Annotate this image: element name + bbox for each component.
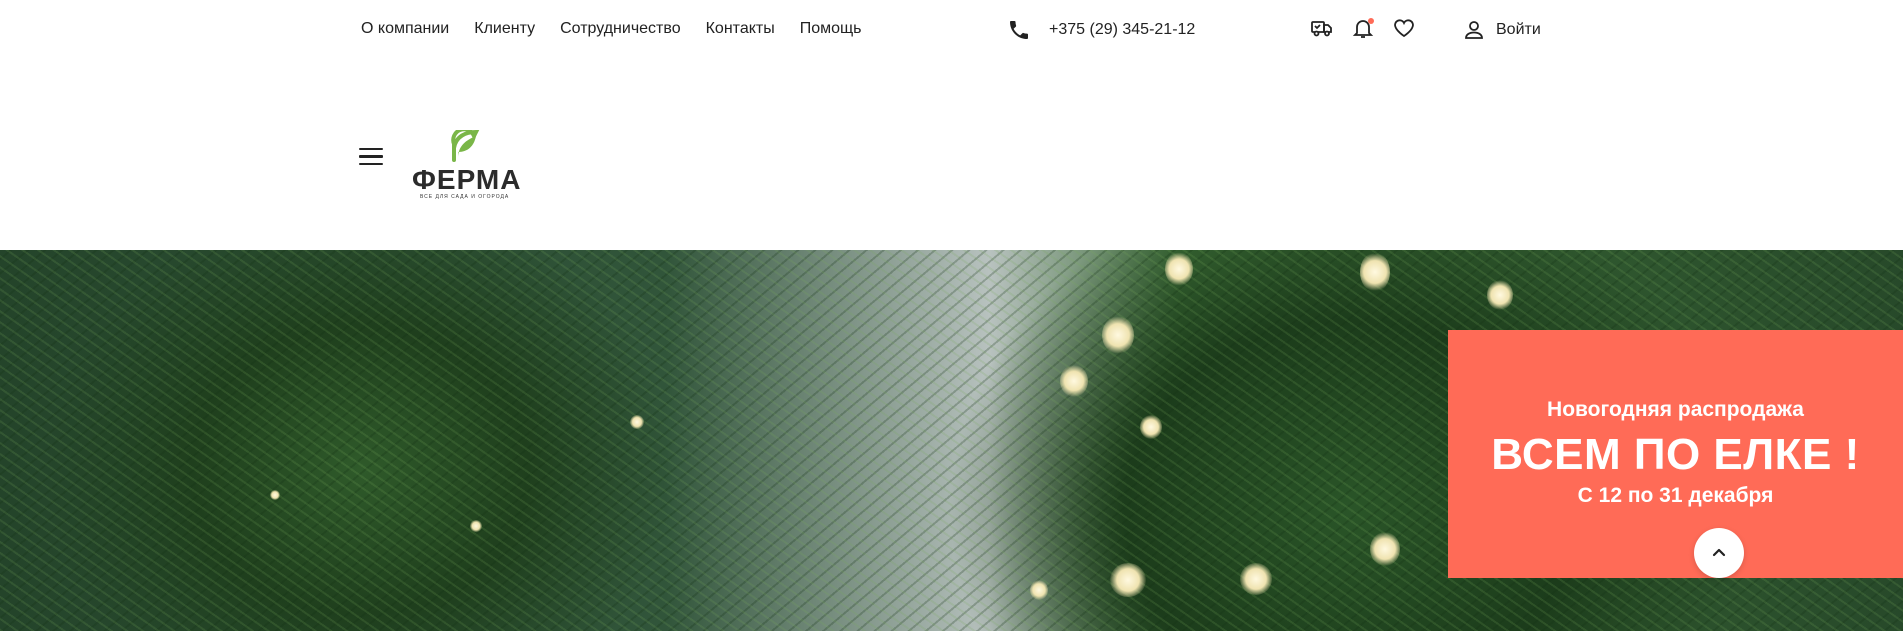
bokeh-light xyxy=(1140,415,1162,439)
bokeh-light xyxy=(1102,316,1134,354)
promo-dates: С 12 по 31 декабря xyxy=(1577,484,1774,507)
header-icon-group xyxy=(1310,16,1416,40)
phone-number[interactable]: +375 (29) 345-21-12 xyxy=(1049,21,1195,39)
nav-link-contacts[interactable]: Контакты xyxy=(706,20,775,38)
nav-link-help[interactable]: Помощь xyxy=(800,20,862,38)
main-header xyxy=(0,58,1903,250)
promo-subtitle: Новогодняя распродажа xyxy=(1547,398,1804,421)
top-bar: О компании Клиенту Сотрудничество Контак… xyxy=(0,0,1903,58)
bokeh-light xyxy=(1360,252,1390,292)
user-icon xyxy=(1462,18,1486,42)
logo-tagline: ВСЕ ДЛЯ САДА И ОГОРОДА xyxy=(420,194,510,200)
nav-link-client[interactable]: Клиенту xyxy=(474,20,535,38)
login-link[interactable]: Войти xyxy=(1462,18,1541,42)
promo-title: ВСЕМ ПО ЕЛКЕ ! xyxy=(1491,430,1860,479)
top-nav: О компании Клиенту Сотрудничество Контак… xyxy=(361,20,862,38)
delivery-truck-icon[interactable] xyxy=(1310,16,1334,40)
leaf-icon xyxy=(451,130,480,162)
nav-link-about[interactable]: О компании xyxy=(361,20,449,38)
phone-icon xyxy=(1007,18,1031,42)
chevron-up-icon xyxy=(1707,541,1731,565)
bokeh-light xyxy=(470,520,482,532)
bokeh-light xyxy=(630,415,644,429)
nav-link-cooperation[interactable]: Сотрудничество xyxy=(560,20,681,38)
bokeh-light xyxy=(1370,532,1400,566)
bokeh-light xyxy=(1060,365,1088,397)
bokeh-light xyxy=(1240,563,1272,595)
promo-banner[interactable]: Новогодняя распродажа ВСЕМ ПО ЕЛКЕ ! С 1… xyxy=(1448,330,1903,578)
phone-contact[interactable]: +375 (29) 345-21-12 xyxy=(1007,18,1195,42)
logo-name: ФЕРМА xyxy=(412,164,522,195)
bokeh-light xyxy=(1110,563,1146,597)
heart-icon[interactable] xyxy=(1392,16,1416,40)
bokeh-light xyxy=(1165,252,1193,286)
hamburger-menu-icon[interactable] xyxy=(359,148,383,166)
login-label[interactable]: Войти xyxy=(1496,21,1541,39)
bokeh-light xyxy=(1487,280,1513,310)
bokeh-light xyxy=(1030,580,1048,600)
bell-icon[interactable] xyxy=(1351,16,1375,40)
bokeh-light xyxy=(270,490,280,500)
notification-dot xyxy=(1368,18,1374,24)
scroll-to-top-button[interactable] xyxy=(1694,528,1744,578)
site-logo[interactable]: ФЕРМА ВСЕ ДЛЯ САДА И ОГОРОДА xyxy=(410,130,520,202)
